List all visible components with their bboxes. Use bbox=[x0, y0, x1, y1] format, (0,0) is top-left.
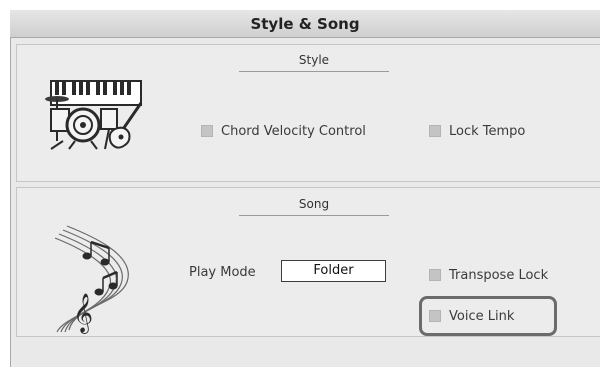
window-title: Style & Song bbox=[10, 10, 600, 38]
lock-tempo-label: Lock Tempo bbox=[449, 123, 526, 139]
voice-link-label: Voice Link bbox=[449, 308, 515, 324]
transpose-lock-checkbox[interactable] bbox=[429, 269, 441, 281]
svg-text:𝄞: 𝄞 bbox=[73, 293, 93, 334]
chord-velocity-control-checkbox[interactable] bbox=[201, 125, 213, 137]
play-mode-select[interactable]: Folder bbox=[281, 260, 386, 282]
chord-velocity-control-label: Chord Velocity Control bbox=[221, 123, 366, 139]
chord-velocity-control-option[interactable]: Chord Velocity Control bbox=[201, 121, 366, 141]
lock-tempo-checkbox[interactable] bbox=[429, 125, 441, 137]
music-notes-icon: 𝄞 bbox=[54, 225, 129, 334]
voice-link-checkbox[interactable] bbox=[429, 310, 441, 322]
style-section-title: Style bbox=[239, 49, 389, 72]
transpose-lock-label: Transpose Lock bbox=[449, 267, 549, 283]
voice-link-option[interactable]: Voice Link bbox=[429, 306, 514, 326]
style-panel: Style Chord Velocity Control Lock Tempo bbox=[16, 44, 600, 182]
song-panel: Song 𝄞 Play Mode Folder Transpose Lock V… bbox=[16, 187, 600, 337]
transpose-lock-option[interactable]: Transpose Lock bbox=[429, 265, 548, 285]
instruments-icon bbox=[45, 80, 143, 150]
play-mode-label: Play Mode bbox=[189, 265, 256, 280]
lock-tempo-option[interactable]: Lock Tempo bbox=[429, 121, 525, 141]
song-section-title: Song bbox=[239, 193, 389, 216]
